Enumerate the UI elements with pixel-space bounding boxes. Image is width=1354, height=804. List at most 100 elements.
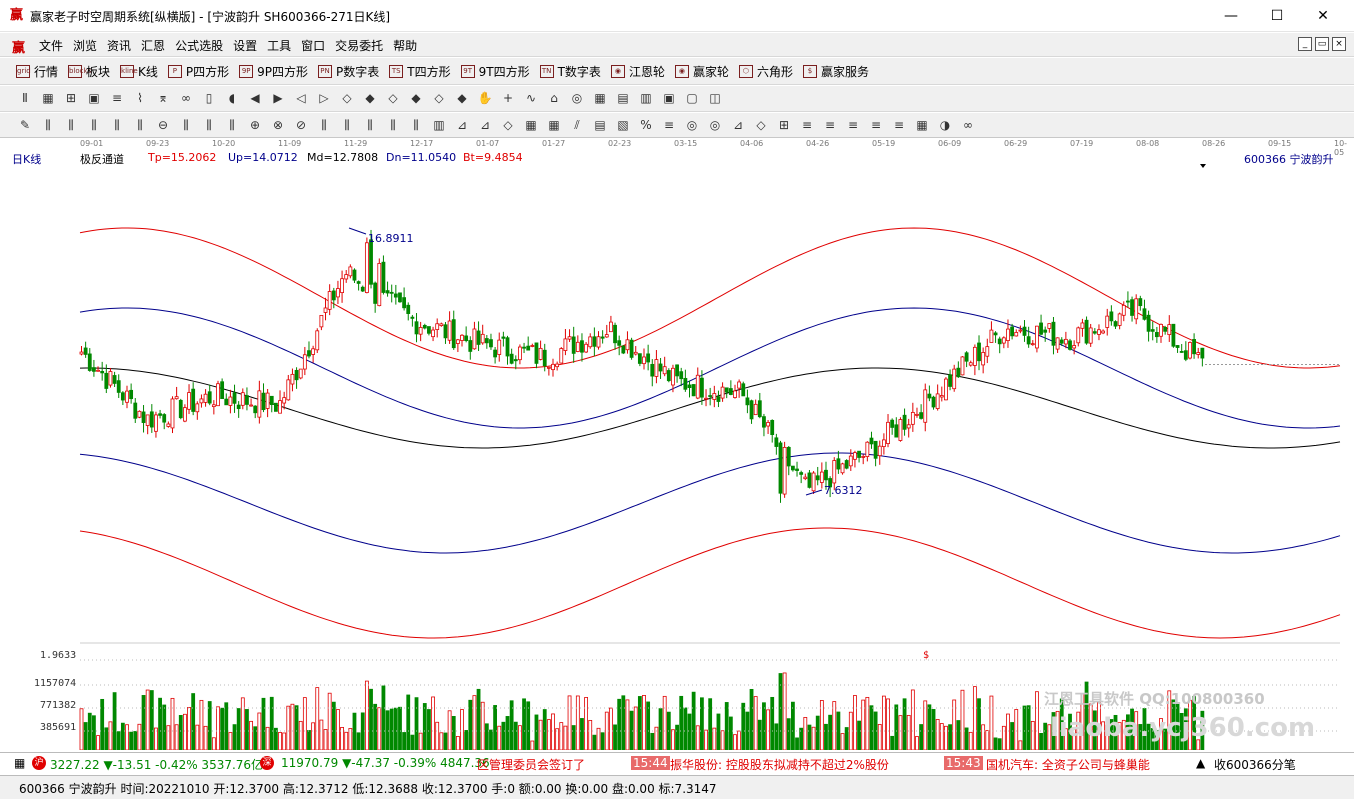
analysis-tool-icon-41[interactable]: ∞	[959, 117, 977, 134]
analysis-tool-icon-22[interactable]: ▦	[522, 117, 540, 134]
toolbar-button-9[interactable]: ◉ 江恩轮	[610, 63, 665, 80]
analysis-tool-icon-33[interactable]: ⊞	[775, 117, 793, 134]
analysis-tool-icon-36[interactable]: ≡	[844, 117, 862, 134]
draw-tool-icon-2[interactable]: ⊞	[62, 90, 80, 107]
mdi-close-button[interactable]: ×	[1332, 37, 1346, 51]
analysis-tool-icon-13[interactable]: ⫼	[315, 117, 333, 134]
draw-tool-icon-23[interactable]: ⌂	[545, 90, 563, 107]
maximize-button[interactable]: ☐	[1254, 0, 1300, 32]
toolbar-button-2[interactable]: kline K线	[120, 63, 158, 80]
draw-tool-icon-16[interactable]: ◇	[384, 90, 402, 107]
analysis-tool-icon-21[interactable]: ◇	[499, 117, 517, 134]
close-button[interactable]: ✕	[1300, 0, 1346, 32]
analysis-tool-icon-28[interactable]: ≡	[660, 117, 678, 134]
mdi-restore-button[interactable]: ▭	[1315, 37, 1329, 51]
draw-tool-icon-4[interactable]: ≡	[108, 90, 126, 107]
analysis-tool-icon-8[interactable]: ⫼	[200, 117, 218, 134]
draw-tool-icon-8[interactable]: ▯	[200, 90, 218, 107]
toolbar-button-4[interactable]: 9P 9P四方形	[239, 63, 308, 80]
analysis-tool-icon-15[interactable]: ⫼	[361, 117, 379, 134]
menu-item-0[interactable]: 文件	[34, 37, 68, 54]
analysis-tool-icon-24[interactable]: ⫽	[568, 117, 586, 134]
draw-tool-icon-11[interactable]: ▶	[269, 90, 287, 107]
analysis-tool-icon-27[interactable]: %	[637, 117, 655, 134]
analysis-tool-icon-30[interactable]: ◎	[706, 117, 724, 134]
analysis-tool-icon-9[interactable]: ⫼	[223, 117, 241, 134]
draw-tool-icon-10[interactable]: ◀	[246, 90, 264, 107]
analysis-tool-icon-39[interactable]: ▦	[913, 117, 931, 134]
draw-tool-icon-6[interactable]: ⌆	[154, 90, 172, 107]
analysis-tool-icon-29[interactable]: ◎	[683, 117, 701, 134]
toolbar-button-12[interactable]: $ 赢家服务	[802, 63, 869, 80]
menu-item-6[interactable]: 工具	[262, 37, 296, 54]
toolbar-button-3[interactable]: P P四方形	[167, 63, 229, 80]
menu-item-7[interactable]: 窗口	[296, 37, 330, 54]
draw-tool-icon-0[interactable]: Ⅱ	[16, 90, 34, 107]
analysis-tool-icon-23[interactable]: ▦	[545, 117, 563, 134]
analysis-tool-icon-5[interactable]: ⫼	[131, 117, 149, 134]
analysis-tool-icon-6[interactable]: ⊖	[154, 117, 172, 134]
analysis-tool-icon-1[interactable]: ⫼	[39, 117, 57, 134]
analysis-tool-icon-35[interactable]: ≡	[821, 117, 839, 134]
draw-tool-icon-21[interactable]: +	[499, 90, 517, 107]
toolbar-button-11[interactable]: ⬡ 六角形	[738, 63, 793, 80]
draw-tool-icon-27[interactable]: ▥	[637, 90, 655, 107]
draw-tool-icon-24[interactable]: ◎	[568, 90, 586, 107]
draw-tool-icon-1[interactable]: ▦	[39, 90, 57, 107]
news-fragment[interactable]: 区管理委员会签订了	[477, 756, 585, 773]
draw-tool-icon-19[interactable]: ◆	[453, 90, 471, 107]
sh-index[interactable]: 3227.22 ▼-13.51 -0.42% 3537.76亿	[50, 756, 263, 773]
toolbar-button-0[interactable]: grid 行情	[16, 63, 58, 80]
analysis-tool-icon-32[interactable]: ◇	[752, 117, 770, 134]
menu-item-2[interactable]: 资讯	[102, 37, 136, 54]
tick-detail-link[interactable]: 收600366分笔	[1214, 756, 1296, 773]
toolbar-button-5[interactable]: PN P数字表	[318, 63, 379, 80]
menu-item-5[interactable]: 设置	[228, 37, 262, 54]
draw-tool-icon-22[interactable]: ∿	[522, 90, 540, 107]
draw-tool-icon-3[interactable]: ▣	[85, 90, 103, 107]
toolbar-button-10[interactable]: ◉ 赢家轮	[674, 63, 729, 80]
news-item-1[interactable]: 振华股份: 控股股东拟减持不超过2%股份	[670, 756, 889, 773]
analysis-tool-icon-2[interactable]: ⫼	[62, 117, 80, 134]
draw-tool-icon-13[interactable]: ▷	[315, 90, 333, 107]
alert-icon[interactable]: ▲	[1196, 756, 1205, 770]
analysis-tool-icon-37[interactable]: ≡	[867, 117, 885, 134]
analysis-tool-icon-7[interactable]: ⫼	[177, 117, 195, 134]
analysis-tool-icon-40[interactable]: ◑	[936, 117, 954, 134]
mdi-minimize-button[interactable]: _	[1298, 37, 1312, 51]
toolbar-button-1[interactable]: blocks 板块	[68, 63, 110, 80]
analysis-tool-icon-3[interactable]: ⫼	[85, 117, 103, 134]
grid-icon[interactable]: ▦	[14, 756, 25, 770]
draw-tool-icon-25[interactable]: ▦	[591, 90, 609, 107]
draw-tool-icon-7[interactable]: ∞	[177, 90, 195, 107]
draw-tool-icon-26[interactable]: ▤	[614, 90, 632, 107]
draw-tool-icon-12[interactable]: ◁	[292, 90, 310, 107]
analysis-tool-icon-12[interactable]: ⊘	[292, 117, 310, 134]
menu-item-8[interactable]: 交易委托	[330, 37, 388, 54]
analysis-tool-icon-20[interactable]: ⊿	[476, 117, 494, 134]
analysis-tool-icon-11[interactable]: ⊗	[269, 117, 287, 134]
menu-item-9[interactable]: 帮助	[388, 37, 422, 54]
menu-item-1[interactable]: 浏览	[68, 37, 102, 54]
analysis-tool-icon-4[interactable]: ⫼	[108, 117, 126, 134]
analysis-tool-icon-14[interactable]: ⫼	[338, 117, 356, 134]
toolbar-button-7[interactable]: 9T 9T四方形	[460, 63, 530, 80]
news-item-2[interactable]: 国机汽车: 全资子公司与蜂巢能	[986, 756, 1150, 773]
draw-tool-icon-14[interactable]: ◇	[338, 90, 356, 107]
analysis-tool-icon-0[interactable]: ✎	[16, 117, 34, 134]
toolbar-button-8[interactable]: TN T数字表	[539, 63, 601, 80]
menu-item-4[interactable]: 公式选股	[170, 37, 228, 54]
draw-tool-icon-29[interactable]: ▢	[683, 90, 701, 107]
draw-tool-icon-17[interactable]: ◆	[407, 90, 425, 107]
kline-chart[interactable]: 16.8911 7.6312	[0, 138, 1354, 750]
minimize-button[interactable]: —	[1208, 0, 1254, 32]
draw-tool-icon-28[interactable]: ▣	[660, 90, 678, 107]
chart-area[interactable]: 09-01 09-23 10-20 11-09 11-29 12-17 01-07 01-27…	[0, 138, 1354, 750]
analysis-tool-icon-31[interactable]: ⊿	[729, 117, 747, 134]
draw-tool-icon-20[interactable]: ✋	[476, 90, 494, 107]
analysis-tool-icon-10[interactable]: ⊕	[246, 117, 264, 134]
analysis-tool-icon-19[interactable]: ⊿	[453, 117, 471, 134]
draw-tool-icon-30[interactable]: ◫	[706, 90, 724, 107]
analysis-tool-icon-16[interactable]: ⫼	[384, 117, 402, 134]
draw-tool-icon-5[interactable]: ⌇	[131, 90, 149, 107]
